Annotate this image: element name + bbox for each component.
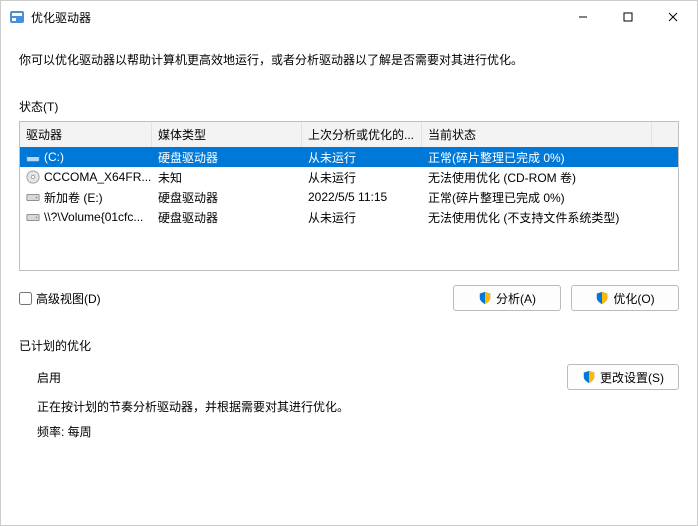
change-settings-label: 更改设置(S) [600,369,664,386]
last-run: 从未运行 [302,147,422,168]
table-row[interactable]: CCCOMA_X64FR...未知从未运行无法使用优化 (CD-ROM 卷) [20,167,678,187]
drive-icon [26,210,40,224]
current-status: 无法使用优化 (不支持文件系统类型) [422,207,652,228]
window-title: 优化驱动器 [31,9,560,26]
table-row[interactable]: \\?\Volume{01cfc... 硬盘驱动器从未运行无法使用优化 (不支持文… [20,207,678,227]
close-button[interactable] [650,2,695,32]
schedule-section-title: 已计划的优化 [19,337,679,354]
minimize-button[interactable] [560,2,605,32]
table-row[interactable]: (C:) 硬盘驱动器从未运行正常(碎片整理已完成 0%) [20,147,678,167]
intro-text: 你可以优化驱动器以帮助计算机更高效地运行，或者分析驱动器以了解是否需要对其进行优… [19,51,679,68]
optimize-label: 优化(O) [613,290,654,307]
change-settings-button[interactable]: 更改设置(S) [567,364,679,390]
action-buttons: 分析(A) 优化(O) [453,285,679,311]
media-type: 硬盘驱动器 [152,147,302,168]
maximize-button[interactable] [605,2,650,32]
shield-icon [582,370,596,384]
drive-table: 驱动器 媒体类型 上次分析或优化的... 当前状态 (C:)硬盘驱动器从未运行正… [19,121,679,271]
advanced-view-input[interactable] [19,292,32,305]
drive-icon [26,170,40,184]
drive-name: \\?\Volume{01cfc... [44,210,143,224]
status-label: 状态(T) [19,98,679,115]
drive-name: CCCOMA_X64FR... [44,170,151,184]
table-row[interactable]: 新加卷 (E:) 硬盘驱动器2022/5/5 11:15正常(碎片整理已完成 0%… [20,187,678,207]
window: 优化驱动器 你可以优化驱动器以帮助计算机更高效地运行，或者分析驱动器以了解是否需… [0,0,698,526]
content-area: 你可以优化驱动器以帮助计算机更高效地运行，或者分析驱动器以了解是否需要对其进行优… [1,33,697,440]
advanced-view-checkbox[interactable]: 高级视图(D) [19,290,453,307]
drive-icon [26,150,40,164]
window-buttons [560,2,695,32]
last-run: 2022/5/5 11:15 [302,188,422,206]
drive-name: (C:) [44,150,64,164]
media-type: 未知 [152,167,302,188]
last-run: 从未运行 [302,167,422,188]
schedule-freq: 频率: 每周 [37,423,679,440]
analyze-label: 分析(A) [496,290,536,307]
drive-name: 新加卷 (E:) [44,189,103,206]
analyze-button[interactable]: 分析(A) [453,285,561,311]
shield-icon [595,291,609,305]
schedule-state: 启用 [37,369,567,386]
col-status[interactable]: 当前状态 [422,122,652,147]
advanced-view-label: 高级视图(D) [36,290,101,307]
current-status: 正常(碎片整理已完成 0%) [422,187,652,208]
last-run: 从未运行 [302,207,422,228]
optimize-button[interactable]: 优化(O) [571,285,679,311]
titlebar: 优化驱动器 [1,1,697,33]
schedule-row: 启用 更改设置(S) [37,364,679,390]
schedule-block: 启用 更改设置(S) 正在按计划的节奏分析驱动器，并根据需要对其进行优化。 频率… [19,364,679,440]
col-last[interactable]: 上次分析或优化的... [302,122,422,147]
drive-icon [26,190,40,204]
below-grid: 高级视图(D) 分析(A) 优化(O) [19,285,679,311]
table-header: 驱动器 媒体类型 上次分析或优化的... 当前状态 [20,122,678,147]
col-media[interactable]: 媒体类型 [152,122,302,147]
current-status: 正常(碎片整理已完成 0%) [422,147,652,168]
shield-icon [478,291,492,305]
schedule-desc: 正在按计划的节奏分析驱动器，并根据需要对其进行优化。 [37,398,679,415]
media-type: 硬盘驱动器 [152,207,302,228]
table-body: (C:)硬盘驱动器从未运行正常(碎片整理已完成 0%)CCCOMA_X64FR.… [20,147,678,227]
app-icon [9,9,25,25]
col-drive[interactable]: 驱动器 [20,122,152,147]
media-type: 硬盘驱动器 [152,187,302,208]
current-status: 无法使用优化 (CD-ROM 卷) [422,167,652,188]
